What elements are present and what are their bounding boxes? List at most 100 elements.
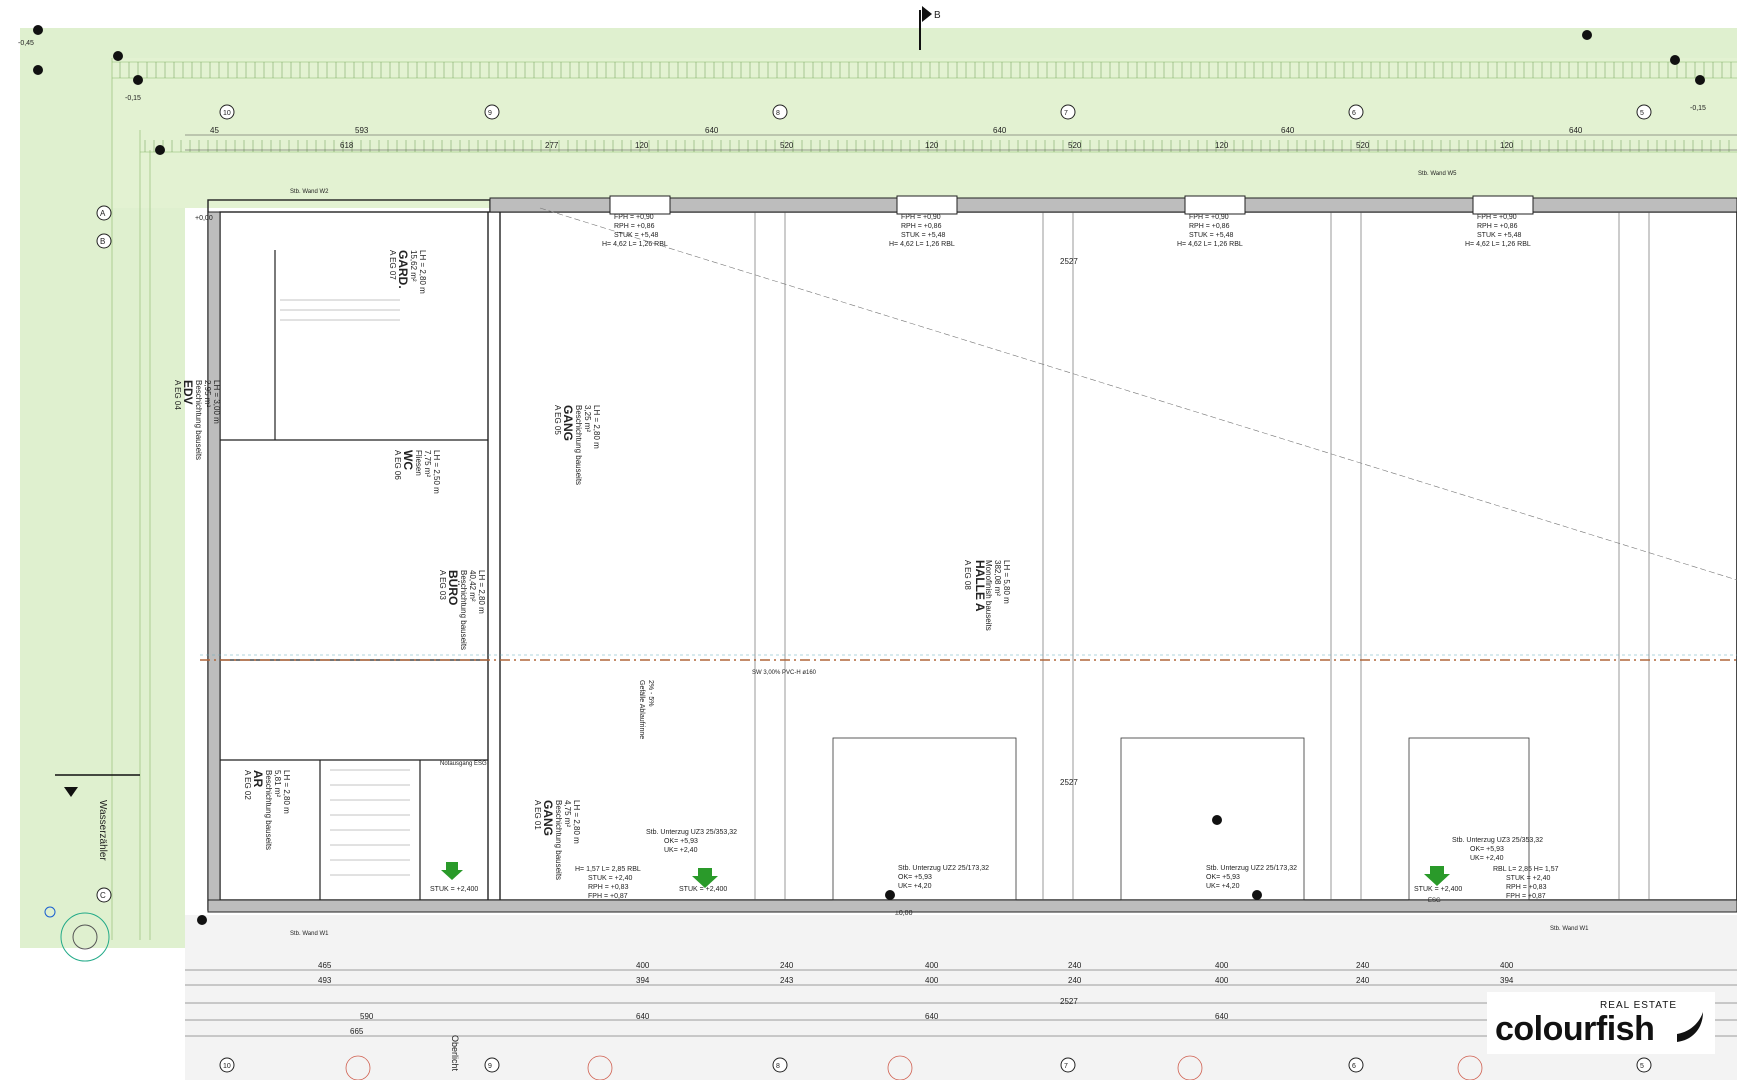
dim-row2-4: 120 [925,141,939,150]
axis-bottom-label-10: 10 [223,1063,231,1070]
dim-row2-2: 120 [635,141,649,150]
section-marker-b: B [934,10,941,21]
hall-a-code: A EG 08 [963,560,972,590]
sewer-label: SW 3,00% PVC-H ø160 [752,670,817,676]
span-top: 2527 [1060,257,1078,266]
room-1-lh: LH = 2,80 m [418,250,427,294]
room-2-line: Beschichtung bauseits [574,405,583,485]
stuk-label-office: STUK = +2,400 [430,886,478,893]
window-1 [609,195,671,215]
door-right-line-4: FPH = +0,87 [1506,893,1546,900]
beam-uz3-left-title: Stb. Unterzug UZ3 25/353,32 [646,829,737,836]
room-2-code: A EG 05 [553,405,562,435]
dim-bottom-2-4: 240 [1068,976,1082,985]
emergency-exit-label: Notausgang ESG [440,761,487,767]
room-7-name: AR [251,770,265,788]
room-4-code: A EG 06 [393,450,402,480]
dim-bottom-2-5: 400 [1215,976,1229,985]
beam-uz3-right-uk: UK= +2,40 [1470,855,1504,862]
dim-bottom-2-3: 400 [925,976,939,985]
room-8-name: GANG [541,800,555,836]
room-4-name: WC [401,450,415,470]
room-3-code: A EG 04 [173,380,182,410]
room-8-code: A EG 01 [533,800,542,830]
dim-top-2: 640 [705,126,719,135]
beam-uz2-right-uk: UK= +4,20 [1206,883,1240,890]
room-5-area: 40,42 m² [468,570,477,602]
axis-bottom-label-8: 8 [776,1063,780,1070]
level-5: ±0,00 [895,910,913,917]
slope-label: Gefälle Ablaufrinne [638,680,645,739]
window-2-fph: FPH = +0,90 [901,214,941,221]
window-3-rph: RPH = +0,86 [1189,223,1230,230]
window-3 [1184,195,1246,215]
beam-uz2-right-title: Stb. Unterzug UZ2 25/173,32 [1206,865,1297,872]
wall-w1-right-label: Stb. Wand W1 [1550,926,1589,932]
room-1-name: GARD. [396,250,410,289]
beam-uz2-left-uk: UK= +4,20 [898,883,932,890]
window-1-rph: RPH = +0,86 [614,223,655,230]
axis-label-a: A [100,209,106,218]
hall-a-finish: Monofinish bauseits [984,560,993,631]
axis-top-label-9: 9 [488,110,492,117]
dim-bottom-1-2: 240 [780,961,794,970]
floor-plan-drawing: A B C B A EG 07 GARD. 15,62 m² LH = 2,80 mA… [18,6,1737,1080]
window-1-stuk: STUK = +5,48 [614,232,658,239]
level-1: -0,45 [18,40,34,47]
axis-label-b: B [100,237,105,246]
axis-label-c: C [100,891,106,900]
dim-bottom-3-2: 640 [925,1012,939,1021]
axis-bottom-label-5: 5 [1640,1063,1644,1070]
room-7-code: A EG 02 [243,770,252,800]
level-2: -0,15 [125,95,141,102]
dim-bottom-1-6: 240 [1356,961,1370,970]
window-3-fph: FPH = +0,90 [1189,214,1229,221]
esg-label: ESG [1428,898,1441,904]
slope-percent: 2% - 5% [647,680,654,706]
dim-top-0: 45 [210,126,219,135]
span-mid: 2527 [1060,778,1078,787]
level-3: -0,15 [1690,105,1706,112]
span-bottom: 2527 [1060,997,1078,1006]
dim-top-5: 640 [1569,126,1583,135]
dim-bottom-1-0: 465 [318,961,332,970]
beam-uz2-left-ok: OK= +5,93 [898,874,932,881]
room-8-area: 4,75 m² [563,800,572,827]
window-4 [1472,195,1534,215]
room-8-line: Beschichtung bauseits [554,800,563,880]
beam-uz2-right-ok: OK= +5,93 [1206,874,1240,881]
dim-row2-6: 120 [1215,141,1229,150]
axis-bottom-label-7: 7 [1064,1063,1068,1070]
dim-bottom-1-5: 400 [1215,961,1229,970]
door-left-line-4: FPH = +0,87 [588,893,628,900]
dim-row2-8: 120 [1500,141,1514,150]
room-4-lh: LH = 2,50 m [432,450,441,494]
room-3-area: 2,95 m² [203,380,212,407]
level-4: +0,00 [195,215,213,222]
window-2-hl: H= 4,62 L= 1,26 RBL [889,241,955,248]
dim-top-4: 640 [1281,126,1295,135]
stuk-label-right: STUK = +2,400 [1414,886,1462,893]
dim-row2-7: 520 [1356,141,1370,150]
colourfish-logo: REAL ESTATE colourfish [1487,992,1715,1054]
dim-bottom-1-3: 400 [925,961,939,970]
window-1-hl: H= 4,62 L= 1,26 RBL [602,241,668,248]
window-3-hl: H= 4,62 L= 1,26 RBL [1177,241,1243,248]
window-2 [896,195,958,215]
dim-row2-3: 520 [780,141,794,150]
room-2-lh: LH = 2,80 m [592,405,601,449]
window-2-rph: RPH = +0,86 [901,223,942,230]
dim-bottom-3-0: 590 [360,1012,374,1021]
dim-bottom-2-6: 240 [1356,976,1370,985]
skylight-label: Oberlicht [450,1035,460,1072]
dim-bottom-2-2: 243 [780,976,794,985]
beam-uz2-left-title: Stb. Unterzug UZ2 25/173,32 [898,865,989,872]
room-4-area: 7,75 m² [423,450,432,477]
dim-top-1: 593 [355,126,369,135]
window-3-stuk: STUK = +5,48 [1189,232,1233,239]
beam-uz3-left-ok: OK= +5,93 [664,838,698,845]
hall-a-height: LH = 5,80 m [1002,560,1011,604]
room-4-line: Fliesen [414,450,423,476]
hall-a-area: 382,08 m² [993,560,1002,596]
dim-bottom-1-1: 400 [636,961,650,970]
